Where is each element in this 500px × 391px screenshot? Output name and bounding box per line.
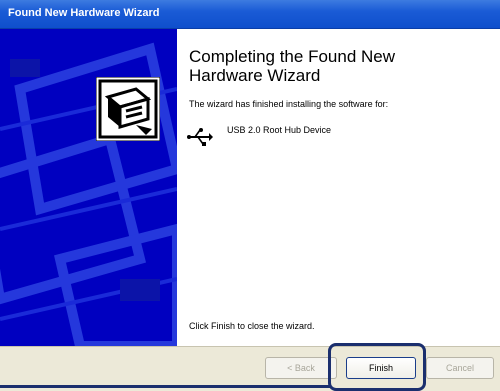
callout-line bbox=[0, 385, 331, 388]
title-bar[interactable]: Found New Hardware Wizard bbox=[0, 0, 500, 29]
wizard-side-panel bbox=[0, 29, 177, 346]
usb-icon bbox=[187, 128, 213, 146]
device-name: USB 2.0 Root Hub Device bbox=[227, 125, 332, 135]
wizard-window: Found New Hardware Wizard Completing the… bbox=[0, 0, 500, 391]
page-title-line2: Hardware Wizard bbox=[189, 66, 321, 85]
finish-button[interactable]: Finish bbox=[346, 357, 416, 379]
window-title: Found New Hardware Wizard bbox=[8, 7, 160, 19]
page-title: Completing the Found New Hardware Wizard bbox=[189, 47, 439, 85]
finished-message: The wizard has finished installing the s… bbox=[189, 99, 389, 109]
cancel-button[interactable]: Cancel bbox=[426, 357, 494, 379]
wizard-content: Completing the Found New Hardware Wizard… bbox=[177, 29, 500, 346]
close-instruction: Click Finish to close the wizard. bbox=[189, 321, 315, 331]
page-title-line1: Completing the Found New bbox=[189, 47, 396, 66]
back-button[interactable]: < Back bbox=[265, 357, 337, 379]
hardware-wizard-icon bbox=[96, 77, 160, 141]
